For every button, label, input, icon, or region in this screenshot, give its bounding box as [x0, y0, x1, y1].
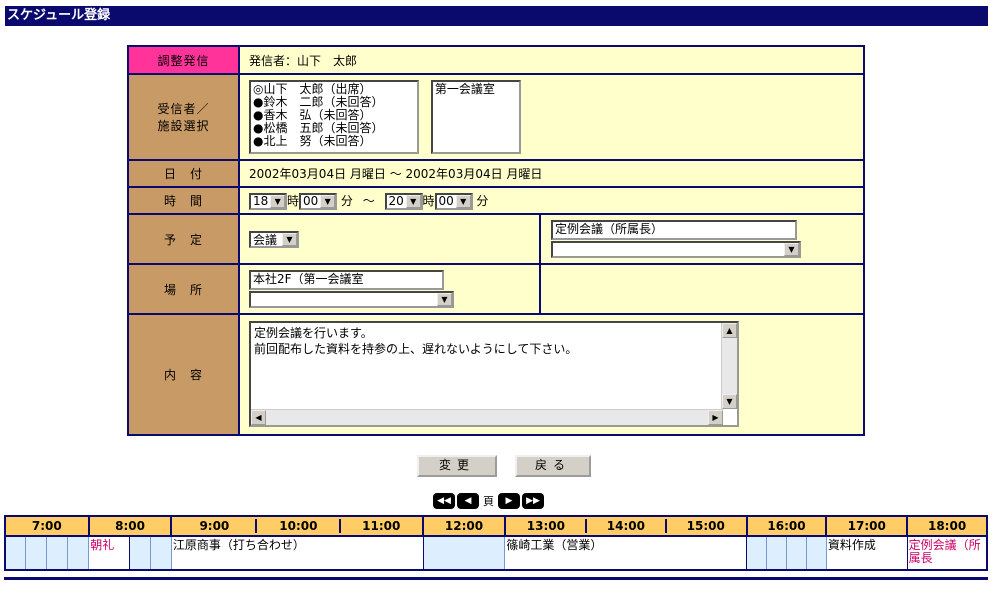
place-select[interactable]: ▼: [249, 291, 454, 308]
end-minute-select[interactable]: 00 ▼: [434, 192, 473, 210]
back-button[interactable]: 戻る: [515, 455, 591, 477]
hour-header: 18:00: [906, 515, 988, 537]
start-minute-select[interactable]: 00 ▼: [299, 192, 338, 210]
plan-title-input[interactable]: 定例会議（所属長）: [551, 220, 797, 240]
change-button[interactable]: 変更: [417, 455, 497, 477]
time-slot[interactable]: [422, 535, 506, 571]
time-slot[interactable]: [746, 535, 768, 571]
chevron-down-icon: ▼: [437, 293, 452, 306]
time-slot[interactable]: [25, 535, 48, 571]
hour-header: 9:00 10:00 11:00: [170, 515, 425, 537]
sender-label: 調整発信: [127, 45, 240, 75]
horizontal-scrollbar[interactable]: ◀ ▶: [251, 409, 723, 425]
day-schedule: 7:00 8:00 9:00 10:00 11:00 12:00 13:00 1…: [4, 515, 988, 571]
recipients-listbox[interactable]: ◎山下 太郎（出席） ●鈴木 二郎（未回答） ●香木 弘（未回答） ●松橋 五郎…: [249, 80, 419, 154]
scroll-left-icon[interactable]: ◀: [251, 410, 266, 425]
schedule-form: 調整発信 発信者：山下 太郎 受信者／ 施設選択 ◎山下 太郎（出席） ●鈴木 …: [127, 45, 865, 436]
facility-listbox[interactable]: 第一会議室: [430, 80, 521, 154]
hour-header: 7:00: [4, 515, 90, 537]
hour-header: 17:00: [825, 515, 909, 537]
scroll-right-icon[interactable]: ▶: [708, 410, 723, 425]
time-slot[interactable]: [46, 535, 69, 571]
date-value: 2002年03月04日 月曜日 ～ 2002年03月04日 月曜日: [238, 159, 865, 188]
date-label: 日 付: [127, 159, 240, 188]
first-page-icon[interactable]: ◀◀: [433, 493, 455, 509]
time-slot[interactable]: [149, 535, 172, 571]
content-textarea[interactable]: 定例会議を行います。 前回配布した資料を持参の上、遅れないようにして下さい。 ▲…: [249, 321, 739, 427]
bottom-divider: [4, 577, 988, 580]
content-label: 内 容: [127, 313, 240, 436]
plan-type-select[interactable]: 会議 ▼: [249, 230, 299, 248]
event-morning-assembly[interactable]: 朝礼: [88, 535, 131, 571]
last-page-icon[interactable]: ▶▶: [522, 493, 544, 509]
hour-header: 13:00 14:00 15:00: [503, 515, 748, 537]
time-slot[interactable]: [67, 535, 90, 571]
time-slot[interactable]: [129, 535, 151, 571]
time-slot[interactable]: [786, 535, 807, 571]
next-page-icon[interactable]: ▶: [498, 493, 520, 509]
scroll-up-icon[interactable]: ▲: [722, 323, 737, 338]
time-slot[interactable]: [766, 535, 787, 571]
pager: ◀◀ ◀ 頁 ▶ ▶▶: [433, 493, 544, 509]
scroll-down-icon[interactable]: ▼: [722, 394, 737, 409]
prev-page-icon[interactable]: ◀: [457, 493, 479, 509]
vertical-scrollbar[interactable]: ▲ ▼: [721, 323, 737, 409]
time-label: 時 間: [127, 186, 240, 215]
start-hour-select[interactable]: 18 ▼: [249, 192, 287, 210]
place-input[interactable]: 本社2F（第一会議室: [249, 270, 444, 290]
plan-label: 予 定: [127, 213, 240, 265]
chevron-down-icon: ▼: [282, 232, 297, 246]
end-hour-select[interactable]: 20 ▼: [384, 192, 423, 210]
chevron-down-icon: ▼: [270, 194, 285, 208]
sender-value: 発信者：山下 太郎: [238, 45, 865, 75]
place-empty-cell: [539, 263, 865, 315]
hour-header: 16:00: [745, 515, 828, 537]
chevron-down-icon: ▼: [455, 194, 471, 208]
time-slot[interactable]: [805, 535, 827, 571]
event-regular-meeting[interactable]: 定例会議（所属長: [906, 535, 988, 571]
hour-header: 12:00: [422, 515, 506, 537]
chevron-down-icon: ▼: [784, 243, 799, 256]
time-slot[interactable]: [4, 535, 27, 571]
event-document-prep[interactable]: 資料作成: [825, 535, 908, 571]
hour-header: 8:00: [87, 515, 173, 537]
list-item[interactable]: ●北上 努（未回答）: [253, 135, 415, 148]
chevron-down-icon: ▼: [405, 194, 421, 208]
event-ehara-meeting[interactable]: 江原商事（打ち合わせ）: [170, 535, 424, 571]
event-shinozaki-sales[interactable]: 篠崎工業（営業）: [504, 535, 748, 571]
window-title: スケジュール登録: [5, 6, 988, 26]
place-label: 場 所: [127, 263, 240, 315]
recipients-label: 受信者／ 施設選択: [127, 73, 240, 161]
list-item[interactable]: 第一会議室: [435, 83, 517, 96]
plan-title-select[interactable]: ▼: [551, 241, 801, 258]
page-label: 頁: [483, 495, 494, 508]
chevron-down-icon: ▼: [320, 194, 336, 208]
